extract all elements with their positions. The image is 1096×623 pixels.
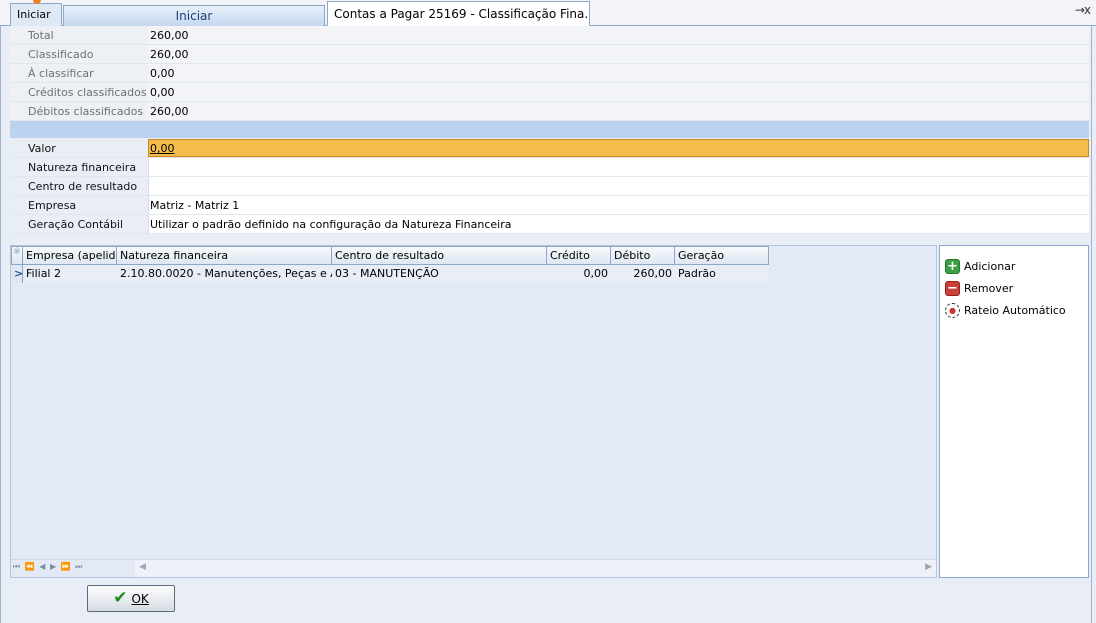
add-button[interactable]: + Adicionar [940,257,1088,279]
checkmark-icon: ✔ [113,588,128,608]
classification-editor: Valor 0,00 Natureza financeira Centro de… [10,139,1089,234]
table-row[interactable]: > Filial 2 2.10.80.0020 - Manutenções, P… [11,265,769,283]
row-indicator: > [11,265,23,283]
col-header-geracao[interactable]: Geração [675,246,769,265]
summary-value: 0,00 [150,67,175,80]
valor-input[interactable] [148,139,1089,157]
summary-value: 260,00 [150,29,189,42]
summary-row-a-classificar: À classificar 0,00 [10,64,1089,83]
summary-panel: Total 260,00 Classificado 260,00 À class… [10,26,1089,121]
cell-natureza[interactable]: 2.10.80.0020 - Manutenções, Peças e Aces [117,265,332,283]
ok-button[interactable]: ✔ OK [87,585,175,612]
geracao-row: Geração Contábil Utilizar o padrão defin… [10,215,1089,234]
grid-indicator-header[interactable]: ※ [11,246,23,265]
horizontal-scrollbar[interactable]: ◀ ▶ [135,560,936,577]
col-header-centro[interactable]: Centro de resultado [332,246,547,265]
summary-label: À classificar [28,67,94,80]
scroll-left-icon[interactable]: ◀ [139,562,146,572]
close-tab-icon[interactable]: →x [1075,3,1091,17]
cell-empresa[interactable]: Filial 2 [23,265,117,283]
empresa-input[interactable] [148,196,1089,214]
empresa-label: Empresa [28,199,77,212]
col-header-natureza[interactable]: Natureza financeira [117,246,332,265]
tab-iniciar-label: Iniciar [17,8,51,21]
summary-label: Classificado [28,48,94,61]
summary-value: 260,00 [150,48,189,61]
cell-geracao[interactable]: Padrão [675,265,769,283]
natureza-label: Natureza financeira [28,161,137,174]
tab-iniciar[interactable]: Iniciar [10,3,62,26]
natureza-row: Natureza financeira [10,158,1089,177]
grid-header: ※ Empresa (apelido) Natureza financeira … [11,246,769,265]
cell-credito[interactable]: 0,00 [547,265,611,283]
summary-row-debitos: Débitos classificados 260,00 [10,102,1089,121]
valor-label: Valor [28,142,56,155]
summary-value: 260,00 [150,105,189,118]
pie-chart-icon: ● [945,303,960,318]
classification-grid: ※ Empresa (apelido) Natureza financeira … [10,245,937,578]
empresa-value: Matriz - Matriz 1 [150,199,240,212]
cell-debito[interactable]: 260,00 [611,265,675,283]
col-header-empresa[interactable]: Empresa (apelido) [23,246,117,265]
ok-label: OK [131,591,149,606]
cell-centro[interactable]: 03 - MANUTENÇÃO [332,265,547,283]
summary-row-creditos: Créditos classificados 0,00 [10,83,1089,102]
natureza-input[interactable] [148,158,1089,176]
summary-label: Total [28,29,54,42]
tab-strip: Iniciar Iniciar Contas a Pagar 25169 - C… [0,0,1096,26]
col-header-credito[interactable]: Crédito [547,246,611,265]
geracao-value: Utilizar o padrão definido na configuraç… [150,218,512,231]
grid-footer: ⏮ ⏪ ◀ ▶ ⏩ ⏭ ◀ ▶ [11,559,936,577]
summary-row-total: Total 260,00 [10,26,1089,45]
tab-contas-a-pagar[interactable]: Contas a Pagar 25169 - Classificação Fin… [327,1,590,26]
centro-input[interactable] [148,177,1089,195]
summary-value: 0,00 [150,86,175,99]
section-separator [10,121,1089,138]
summary-label: Débitos classificados [28,105,144,118]
actions-panel: + Adicionar − Remover ● Rateio Automátic… [939,245,1089,578]
add-label: Adicionar [964,260,1016,273]
valor-row: Valor 0,00 [10,139,1089,158]
add-icon: + [945,259,960,274]
tab-contas-a-pagar-label: Contas a Pagar 25169 - Classificação Fin… [334,7,590,21]
scroll-right-icon[interactable]: ▶ [925,562,932,572]
right-border [1091,26,1092,623]
record-navigator[interactable]: ⏮ ⏪ ◀ ▶ ⏩ ⏭ [13,562,83,572]
remove-icon: − [945,281,960,296]
tab-iniciar-wide-label: Iniciar [175,9,213,23]
centro-label: Centro de resultado [28,180,138,193]
tab-iniciar-wide[interactable]: Iniciar [63,5,325,26]
valor-value: 0,00 [150,142,175,155]
remove-label: Remover [964,282,1014,295]
col-header-debito[interactable]: Débito [611,246,675,265]
geracao-label: Geração Contábil [28,218,124,231]
centro-row: Centro de resultado [10,177,1089,196]
rateio-button[interactable]: ● Rateio Automático [940,301,1088,323]
rateio-label: Rateio Automático [964,304,1066,317]
summary-row-classificado: Classificado 260,00 [10,45,1089,64]
remove-button[interactable]: − Remover [940,279,1088,301]
empresa-row: Empresa Matriz - Matriz 1 [10,196,1089,215]
left-border [0,26,1,623]
summary-label: Créditos classificados [28,86,147,99]
